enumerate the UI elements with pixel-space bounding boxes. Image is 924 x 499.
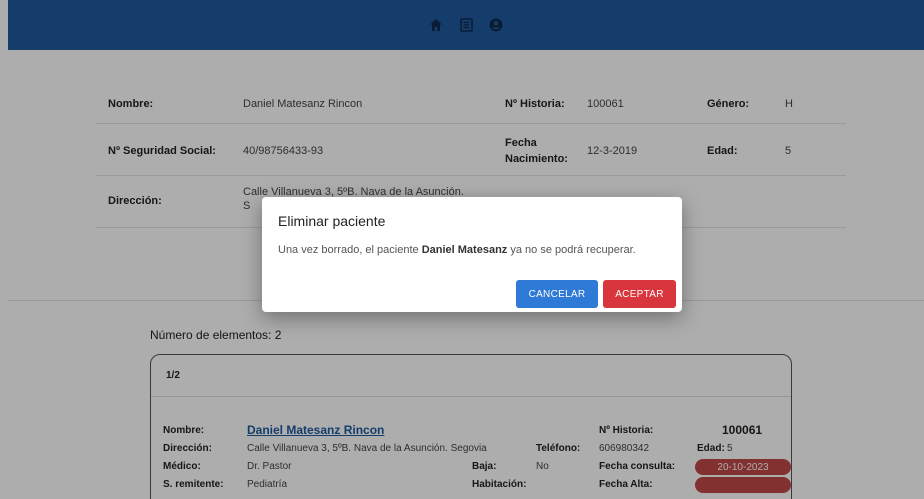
accept-button[interactable]: ACEPTAR bbox=[603, 280, 676, 308]
dialog-message-suffix: ya no se podrá recuperar. bbox=[507, 244, 636, 256]
delete-patient-dialog: Eliminar paciente Una vez borrado, el pa… bbox=[262, 197, 682, 312]
dialog-message-prefix: Una vez borrado, el paciente bbox=[278, 244, 422, 256]
dialog-title: Eliminar paciente bbox=[278, 213, 386, 229]
dialog-message: Una vez borrado, el paciente Daniel Mate… bbox=[278, 244, 636, 256]
cancel-button[interactable]: CANCELAR bbox=[516, 280, 598, 308]
dialog-message-patient: Daniel Matesanz bbox=[421, 244, 508, 256]
